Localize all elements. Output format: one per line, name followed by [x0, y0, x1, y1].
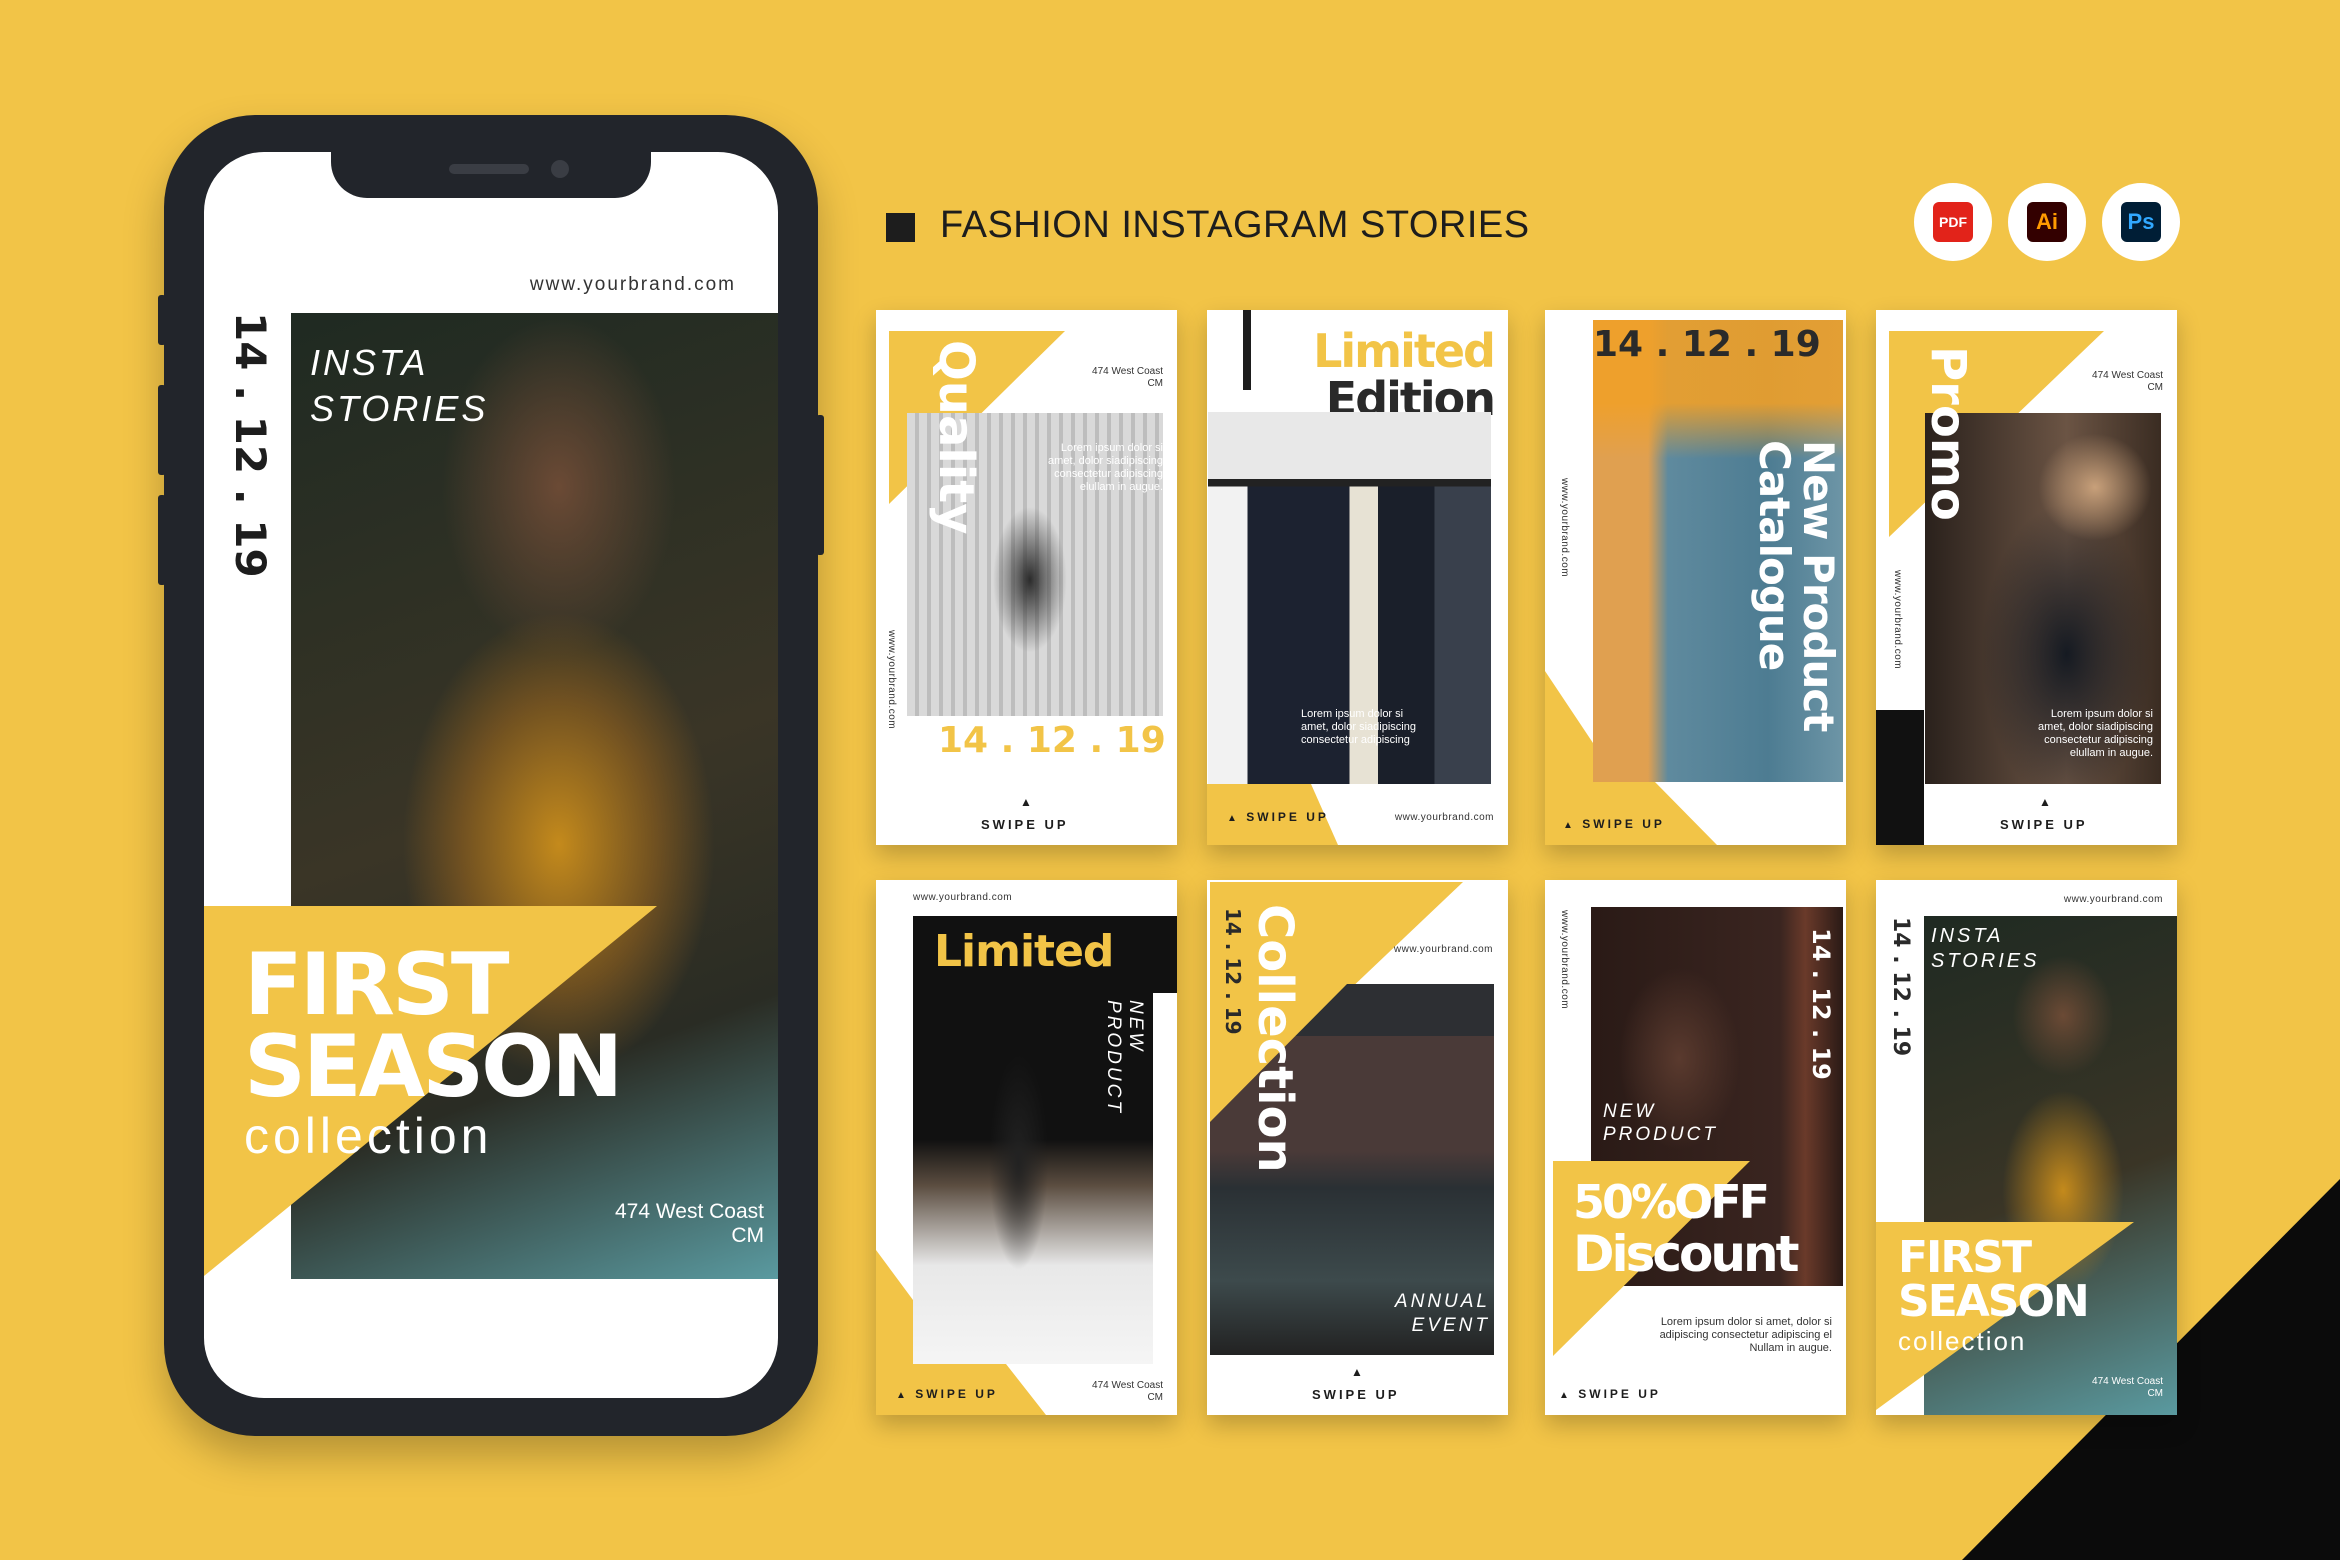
card-website: www.yourbrand.com — [1559, 478, 1570, 578]
pdf-icon: PDF — [1914, 183, 1992, 261]
swipe-arrow-icon: ▲ — [1020, 795, 1032, 809]
swipe-arrow-icon: ▲ — [1351, 1365, 1363, 1379]
photoshop-icon: Ps — [2102, 183, 2180, 261]
story-card-limited-edition[interactable]: Limited Edition Lorem ipsum dolor si amet… — [1207, 310, 1508, 845]
card-date: 14 . 12 . 19 — [1593, 324, 1821, 365]
card-headline: New Product Catalogue — [1750, 440, 1843, 732]
card-lorem: Lorem ipsum dolor si amet, dolor siadipis… — [1301, 708, 1416, 746]
card-sub: NEW PRODUCT — [1603, 1101, 1718, 1145]
card-address: 474 West Coast CM — [1092, 366, 1163, 389]
phone-collection: collection — [244, 1108, 493, 1164]
card-date: 14 . 12 . 19 — [1807, 928, 1835, 1080]
swipe-up-label[interactable]: ▲ SWIPE UP — [1563, 817, 1665, 831]
story-card-quality[interactable]: Quality 474 West Coast CM Lorem ipsum dol… — [876, 310, 1177, 845]
card-collection: collection — [1898, 1326, 2027, 1356]
card-headline: Collection — [1247, 904, 1303, 1173]
swipe-up-label[interactable]: ▲ SWIPE UP — [896, 1387, 998, 1401]
card-address: 474 West Coast CM — [2092, 1376, 2163, 1399]
card-headline-2: Discount — [1573, 1225, 1799, 1283]
story-card-promo[interactable]: Promo 474 West Coast CM www.yourbrand.com… — [1876, 310, 2177, 845]
card-lorem: Lorem ipsum dolor si amet, dolor siadipis… — [2038, 708, 2153, 759]
white-strip — [1153, 993, 1177, 1364]
title-square-icon — [886, 213, 915, 242]
phone-season: SEASON — [244, 1017, 623, 1117]
card-address: 474 West Coast CM — [2092, 370, 2163, 393]
swipe-up-label[interactable]: ▲ SWIPE UP — [1227, 810, 1329, 824]
swipe-up-label[interactable]: ▲ SWIPE UP — [1559, 1387, 1661, 1401]
card-website: www.yourbrand.com — [1394, 812, 1494, 823]
phone-notch — [331, 152, 651, 198]
phone-stories: STORIES — [310, 388, 489, 429]
card-headline: 50%OFF — [1573, 1175, 1770, 1229]
card-website: www.yourbrand.com — [2063, 894, 2163, 905]
black-bar — [1876, 710, 1924, 845]
card-sub: NEW PRODUCT — [1103, 1000, 1146, 1115]
card-address: 474 West Coast CM — [1092, 1380, 1163, 1403]
card-website: www.yourbrand.com — [1892, 570, 1903, 670]
phone-website: www.yourbrand.com — [529, 274, 736, 295]
illustrator-icon: Ai — [2008, 183, 2086, 261]
phone-first: FIRST — [244, 935, 510, 1035]
card-lorem: Lorem ipsum dolor si amet, dolor si adipi… — [1659, 1316, 1832, 1354]
card-website: www.yourbrand.com — [1393, 944, 1493, 955]
story-card-first-season[interactable]: www.yourbrand.com 14 . 12 . 19 INSTA STOR… — [1876, 880, 2177, 1415]
swipe-up-label[interactable]: SWIPE UP — [2000, 817, 2088, 832]
card-website: www.yourbrand.com — [913, 892, 1013, 903]
phone-mockup: www.yourbrand.com 14 . 12 . 19 INSTA STO… — [158, 115, 824, 1436]
card-website: www.yourbrand.com — [886, 630, 897, 730]
card-headline: Limited — [1313, 324, 1496, 378]
card-headline: Quality — [928, 340, 984, 535]
card-insta: INSTA STORIES — [1931, 925, 2040, 972]
story-card-new-product-catalogue[interactable]: 14 . 12 . 19 New Product Catalogue www.yo… — [1545, 310, 1846, 845]
phone-address: 474 West Coast CM — [614, 1200, 764, 1247]
card-lorem: Lorem ipsum dolor si amet, dolor siadipis… — [1048, 442, 1163, 493]
phone-date: 14 . 12 . 19 — [226, 312, 275, 578]
story-card-limited[interactable]: www.yourbrand.com Limited NEW PRODUCT ▲ S… — [876, 880, 1177, 1415]
card-website: www.yourbrand.com — [1559, 910, 1570, 1010]
swipe-up-label[interactable]: SWIPE UP — [981, 817, 1069, 832]
phone-insta: INSTA — [310, 342, 429, 383]
card-date: 14 . 12 . 19 — [938, 720, 1166, 761]
swipe-arrow-icon: ▲ — [2039, 795, 2051, 809]
page-title: FASHION INSTAGRAM STORIES — [940, 204, 1530, 246]
swipe-up-label[interactable]: SWIPE UP — [1312, 1387, 1400, 1402]
black-bar — [1243, 310, 1251, 390]
card-date: 14 . 12 . 19 — [1221, 908, 1245, 1035]
story-card-discount[interactable]: www.yourbrand.com 14 . 12 . 19 NEW PRODUC… — [1545, 880, 1846, 1415]
story-photo — [913, 916, 1177, 1364]
card-sub: ANNUAL EVENT — [1394, 1291, 1490, 1336]
card-headline: Promo — [1920, 346, 1976, 521]
phone-screen: www.yourbrand.com 14 . 12 . 19 INSTA STO… — [204, 152, 778, 1398]
card-date: 14 . 12 . 19 — [1888, 917, 1913, 1057]
story-card-collection[interactable]: 14 . 12 . 19 Collection www.yourbrand.co… — [1207, 880, 1508, 1415]
card-headline: FIRST SEASON — [1898, 1232, 2090, 1327]
card-headline: Limited — [934, 926, 1114, 977]
